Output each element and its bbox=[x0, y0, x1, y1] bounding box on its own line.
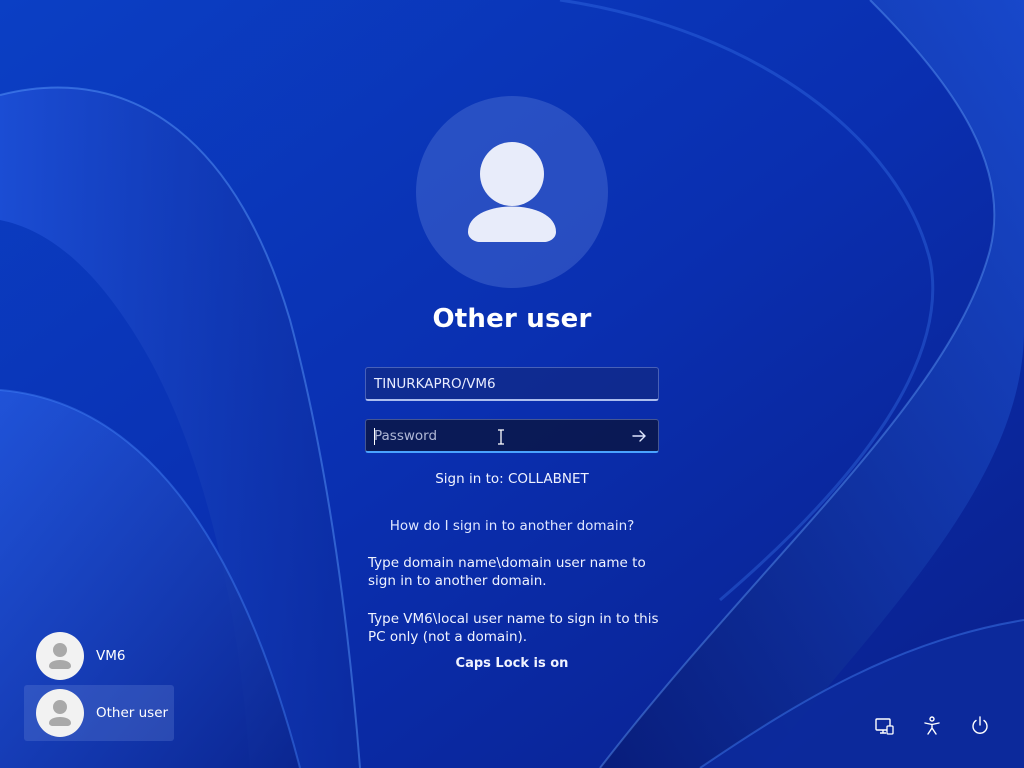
power-icon[interactable] bbox=[968, 714, 992, 738]
username-field[interactable]: TINURKAPRO/VM6 bbox=[365, 367, 659, 401]
user-avatar-large bbox=[416, 96, 608, 288]
page-title: Other user bbox=[432, 304, 592, 334]
help-text-local: Type VM6\local user name to sign in to t… bbox=[368, 611, 659, 645]
user-icon bbox=[49, 643, 71, 669]
help-link[interactable]: How do I sign in to another domain? bbox=[312, 518, 712, 534]
password-input[interactable] bbox=[374, 420, 614, 452]
i-beam-cursor-icon bbox=[498, 429, 504, 445]
user-name: Other user bbox=[96, 705, 169, 721]
submit-button[interactable] bbox=[626, 424, 652, 448]
caps-lock-warning: Caps Lock is on bbox=[455, 656, 569, 671]
avatar bbox=[36, 632, 84, 680]
arrow-right-icon bbox=[632, 430, 646, 442]
sign-in-domain-text: Sign in to: COLLABNET bbox=[435, 471, 589, 487]
network-icon[interactable] bbox=[872, 714, 896, 738]
accessibility-icon[interactable] bbox=[920, 714, 944, 738]
user-icon bbox=[49, 700, 71, 726]
user-list-item-other-user[interactable]: Other user bbox=[24, 685, 174, 741]
username-value[interactable]: TINURKAPRO/VM6 bbox=[374, 376, 496, 392]
help-text-domain: Type domain name\domain user name to sig… bbox=[368, 555, 646, 589]
user-name: VM6 bbox=[96, 648, 126, 664]
text-caret bbox=[374, 428, 375, 445]
user-icon bbox=[468, 142, 556, 242]
password-field[interactable] bbox=[365, 419, 659, 453]
user-list-item-vm6[interactable]: VM6 bbox=[24, 628, 174, 684]
avatar bbox=[36, 689, 84, 737]
